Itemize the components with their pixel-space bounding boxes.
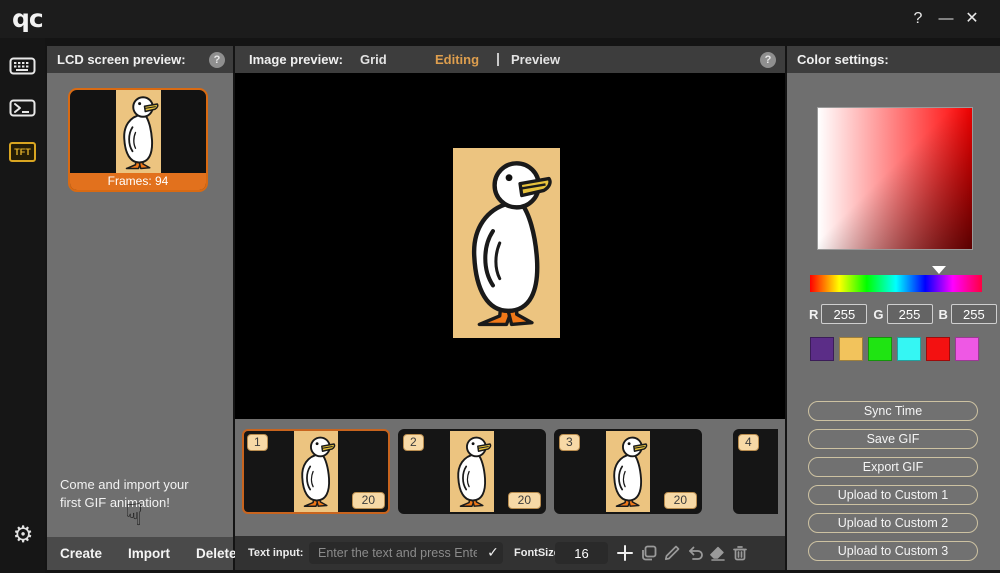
frame-duration-badge: 20 [351,492,385,509]
settings-gear-icon[interactable]: ⚙ [8,520,38,550]
frame-filmstrip: 1 20 2 20 3 20 4 [235,419,778,536]
color-panel-buttons: Sync Time Save GIF Export GIF Upload to … [808,401,978,561]
image-help-icon[interactable]: ? [760,52,776,68]
sync-time-button[interactable]: Sync Time [808,401,978,421]
upload-custom-1-button[interactable]: Upload to Custom 1 [808,485,978,505]
tab-grid[interactable]: Grid [360,46,387,73]
lcd-preview-panel: LCD screen preview: ? Frames: 94 Come an… [47,46,237,570]
keyboard-icon[interactable] [9,56,36,76]
frame-duration-badge: 20 [663,492,697,509]
r-label: R [809,306,819,322]
swatch-cyan[interactable] [897,337,921,361]
terminal-icon[interactable] [9,98,36,118]
import-button[interactable]: Import [128,546,170,561]
color-panel-title: Color settings: [787,46,1000,73]
lcd-actions-bar: Create Import Delete [47,537,237,570]
upload-custom-3-button[interactable]: Upload to Custom 3 [808,541,978,561]
app-logo: qc [12,4,44,33]
close-button[interactable]: ✕ [960,0,984,38]
create-button[interactable]: Create [60,546,102,561]
swatch-green[interactable] [868,337,892,361]
saturation-value-picker[interactable] [817,107,973,250]
edit-pencil-icon[interactable] [663,544,681,562]
tft-tab[interactable]: TFT [9,142,36,162]
frame-duration-badge: 20 [507,492,541,509]
hint-line-1: Come and import your [60,477,189,492]
lcd-panel-title: LCD screen preview: [47,46,233,73]
hue-slider[interactable] [810,275,982,292]
minimize-button[interactable]: — [934,0,958,38]
save-gif-button[interactable]: Save GIF [808,429,978,449]
duplicate-icon[interactable] [640,544,658,562]
text-input-bar: Text input: ✓ FontSize [235,536,785,570]
frame-number-badge: 2 [403,434,424,451]
fontsize-label: FontSize [514,547,560,559]
preset-swatches [810,337,979,361]
frame-number-badge: 4 [738,434,759,451]
eraser-icon[interactable] [708,544,726,562]
export-gif-button[interactable]: Export GIF [808,457,978,477]
duck-thumbnail [116,90,161,175]
pointing-hand-icon: ☟ [125,498,144,533]
hue-slider-marker[interactable] [932,266,946,274]
lcd-animation-thumbnail[interactable]: Frames: 94 [68,88,208,192]
frame-thumbnail-2[interactable]: 2 20 [398,429,546,514]
frame-number-badge: 1 [247,434,268,451]
editing-canvas[interactable] [235,73,785,419]
r-input[interactable] [821,304,868,324]
duck-thumbnail [606,431,650,512]
frame-thumbnail-1[interactable]: 1 20 [242,429,390,514]
frame-thumbnail-3[interactable]: 3 20 [554,429,702,514]
swatch-magenta[interactable] [955,337,979,361]
image-panel-title: Image preview: [249,52,343,67]
rgb-inputs-row: R G B [809,304,997,324]
text-input-label: Text input: [248,547,304,559]
duck-thumbnail [294,431,338,512]
swatch-amber[interactable] [839,337,863,361]
swatch-red[interactable] [926,337,950,361]
fontsize-input[interactable] [555,542,608,564]
tab-editing[interactable]: Editing [435,46,479,73]
frame-number-badge: 3 [559,434,580,451]
frames-count-badge: Frames: 94 [70,173,206,190]
delete-button[interactable]: Delete [196,546,237,561]
frame-thumbnail-4[interactable]: 4 [733,429,778,514]
image-preview-panel: Image preview: Grid Editing Preview ? 1 … [235,46,785,570]
tab-preview[interactable]: Preview [511,46,560,73]
g-label: G [873,306,884,322]
lcd-help-icon[interactable]: ? [209,52,225,68]
sidebar: TFT ⚙ [0,38,45,573]
current-frame-image [453,148,560,338]
confirm-text-icon[interactable]: ✓ [484,541,502,565]
b-label: B [938,306,948,322]
b-input[interactable] [950,304,997,324]
swatch-purple[interactable] [810,337,834,361]
g-input[interactable] [886,304,933,324]
trash-icon[interactable] [731,544,749,562]
app-window: qc ? — ✕ TFT ⚙ LCD screen preview: ? Fra… [0,0,1000,573]
upload-custom-2-button[interactable]: Upload to Custom 2 [808,513,978,533]
add-icon[interactable] [616,544,634,562]
text-input[interactable] [309,542,503,564]
undo-icon[interactable] [686,544,704,562]
color-settings-panel: Color settings: R G B Sync Time Save GIF… [787,46,1000,570]
titlebar-help-button[interactable]: ? [906,0,930,38]
titlebar: qc ? — ✕ [0,0,1000,38]
tab-divider [497,53,499,66]
duck-thumbnail [450,431,494,512]
